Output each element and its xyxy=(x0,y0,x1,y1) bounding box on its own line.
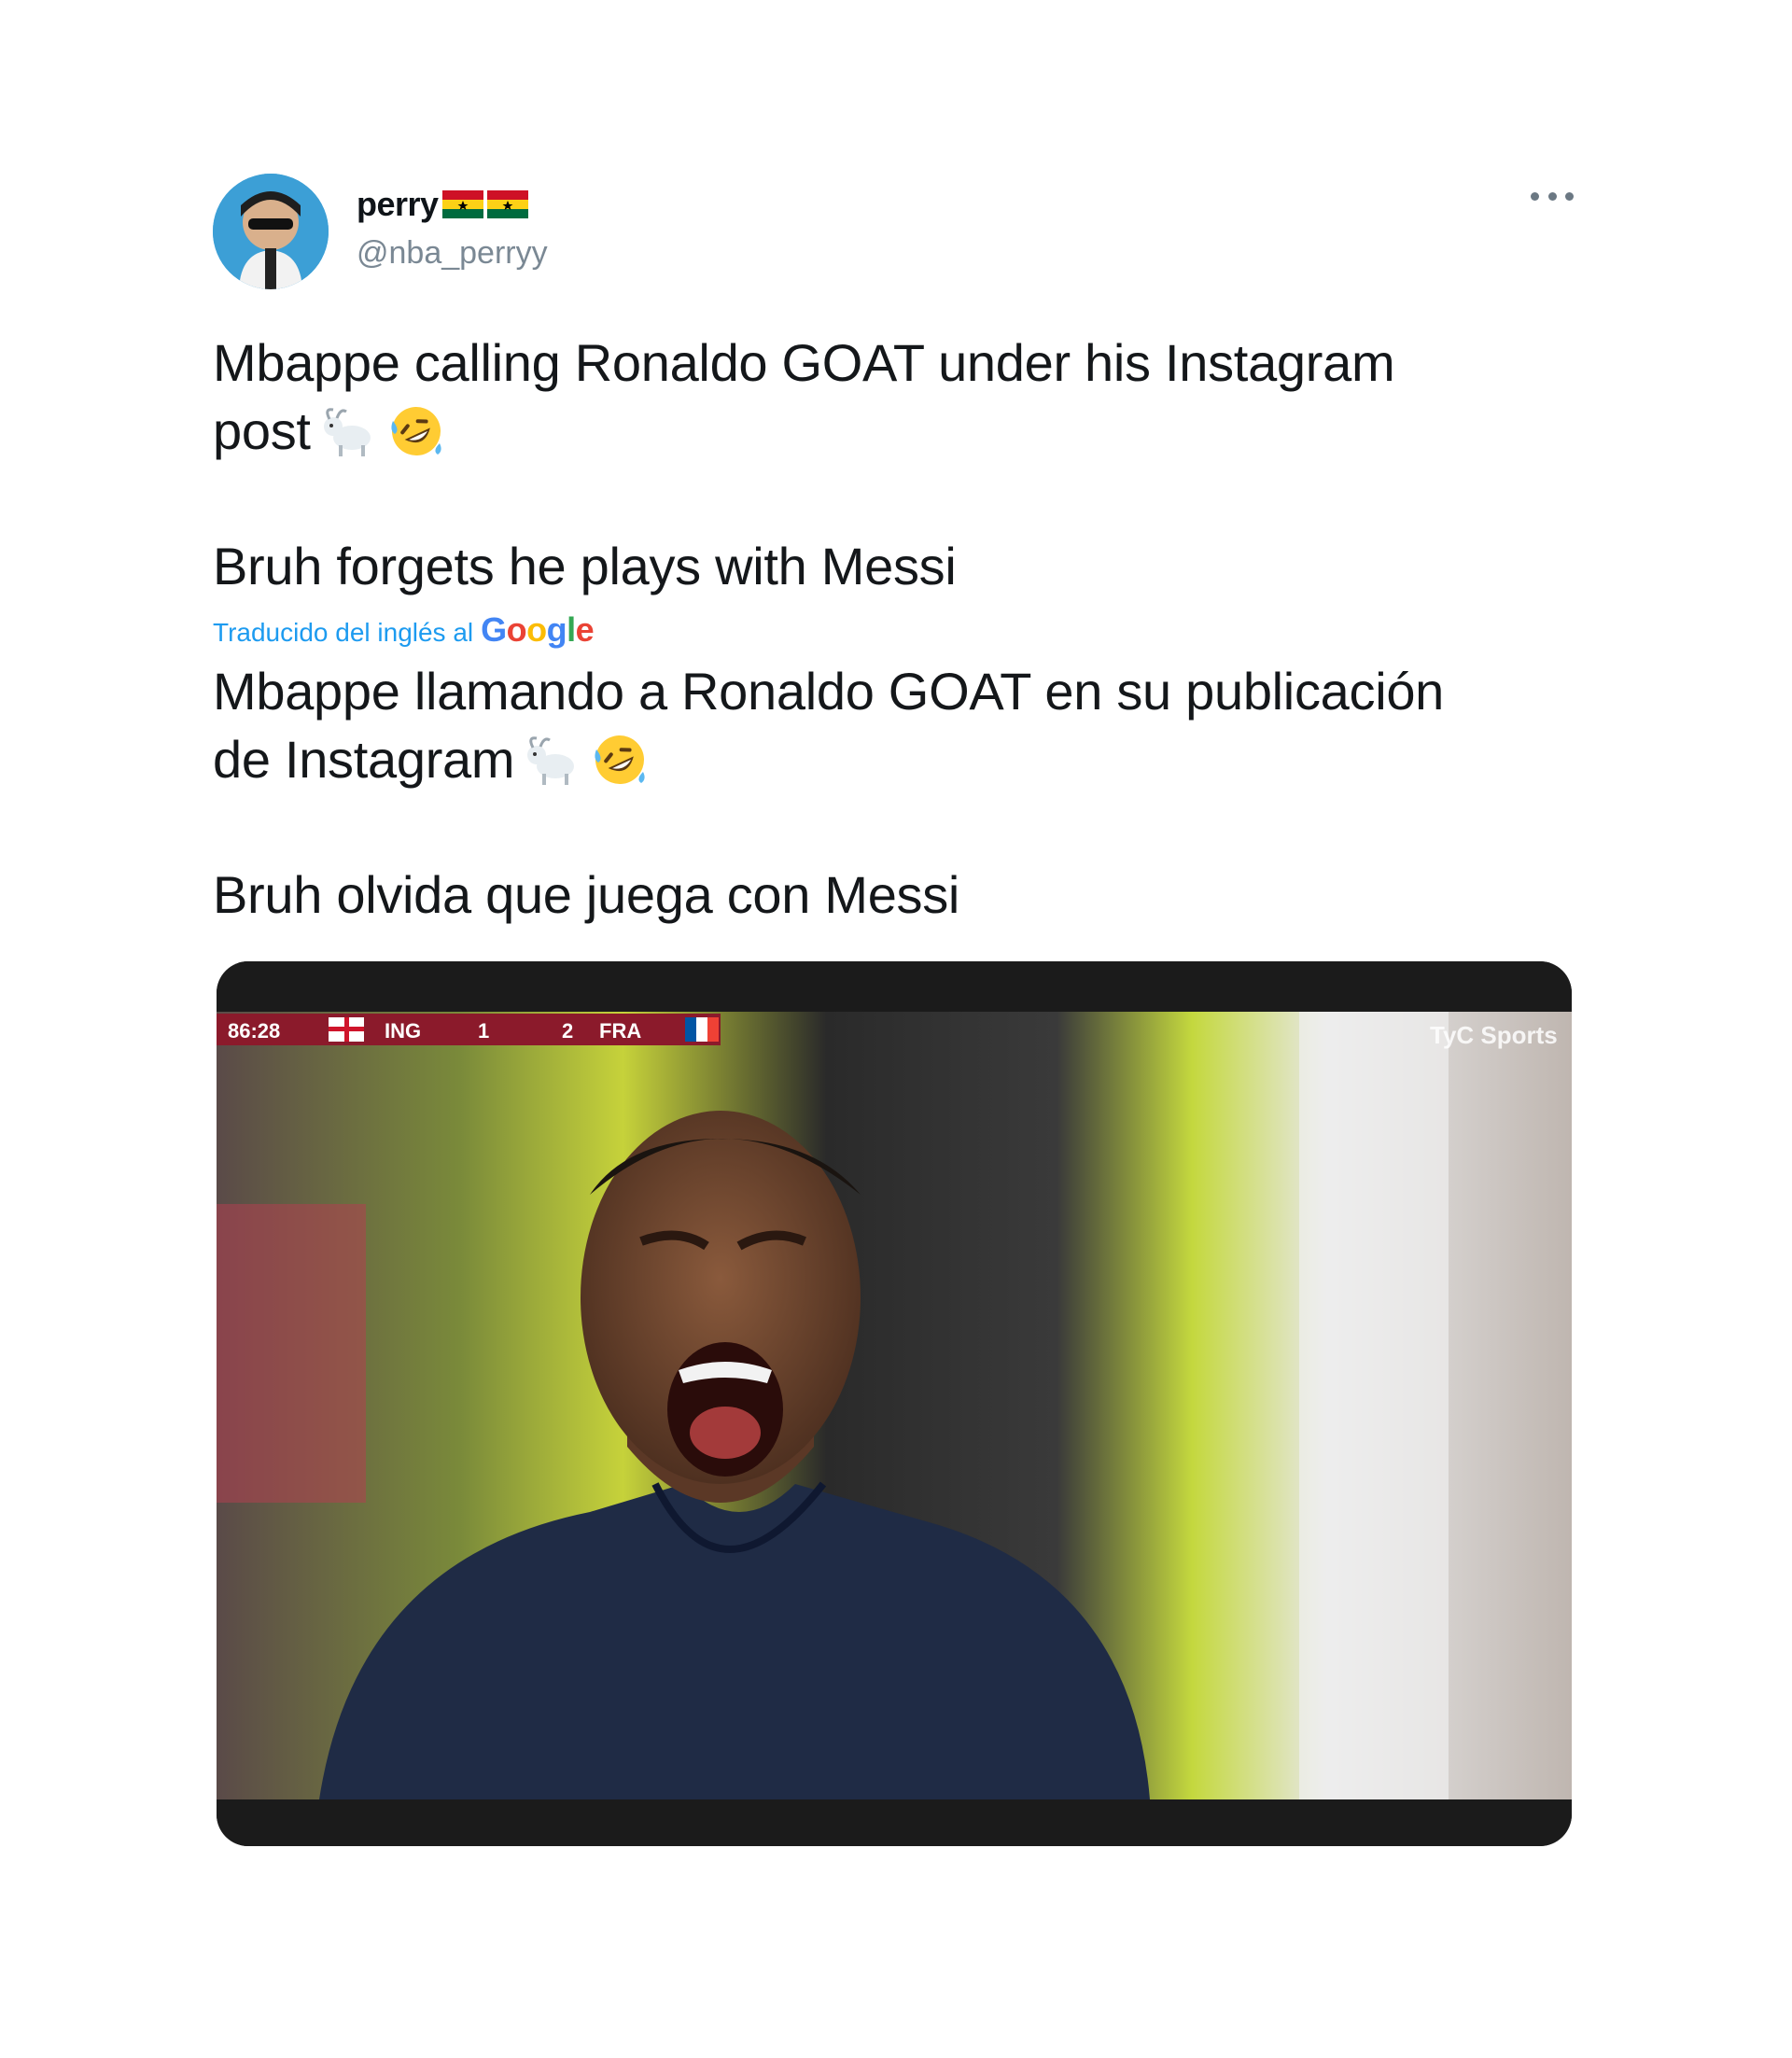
match-photo: 86:28 ING 1 2 FRA TyC Sports xyxy=(217,961,1572,1846)
tweet-text-translated-line3: Bruh olvida que juega con Messi xyxy=(213,865,960,924)
avatar[interactable] xyxy=(213,174,329,289)
rolling-laughing-emoji-icon xyxy=(387,402,445,460)
tweet-media-image[interactable]: 86:28 ING 1 2 FRA TyC Sports xyxy=(217,961,1572,1846)
goat-emoji-icon xyxy=(524,731,581,789)
ghana-flag-icon xyxy=(441,190,483,218)
google-logo: Google xyxy=(481,610,595,649)
user-handle[interactable]: @nba_perryy xyxy=(357,235,548,272)
display-name[interactable]: perry xyxy=(357,185,528,224)
tweet-text-translated-line2: de Instagram xyxy=(213,730,515,789)
translation-notice[interactable]: Traducido del inglés al Google xyxy=(213,610,595,650)
tweet-text-original-line1: Mbappe calling Ronaldo GOAT under his In… xyxy=(213,333,1395,392)
broadcaster-logo: TyC Sports xyxy=(1430,1021,1558,1049)
scoreboard-bar xyxy=(217,1014,721,1045)
more-options-icon[interactable] xyxy=(1531,187,1574,205)
tweet-text-translated-line1: Mbappe llamando a Ronaldo GOAT en su pub… xyxy=(213,662,1445,721)
display-name-text: perry xyxy=(357,185,439,223)
tweet-text-translated-line2-row: de Instagram xyxy=(213,725,1594,793)
avatar-image xyxy=(213,174,329,289)
scoreboard-away-team: FRA xyxy=(599,1019,641,1043)
ghana-flag-icon xyxy=(486,190,528,218)
translation-label: Traducido del inglés al xyxy=(213,618,474,647)
scoreboard-home-score: 1 xyxy=(478,1019,489,1043)
scoreboard-away-score: 2 xyxy=(562,1019,573,1043)
scoreboard-home-team: ING xyxy=(385,1019,421,1043)
tweet-text-original-line3: Bruh forgets he plays with Messi xyxy=(213,537,957,595)
rolling-laughing-emoji-icon xyxy=(591,731,649,789)
tweet-text-original-line2: post xyxy=(213,401,311,460)
tweet-text-original-line2-row: post xyxy=(213,397,1594,465)
goat-emoji-icon xyxy=(320,402,378,460)
scoreboard-clock: 86:28 xyxy=(228,1019,280,1043)
tweet-card: perry @nba_perryy Mbappe calling Ronaldo… xyxy=(0,0,1792,2058)
